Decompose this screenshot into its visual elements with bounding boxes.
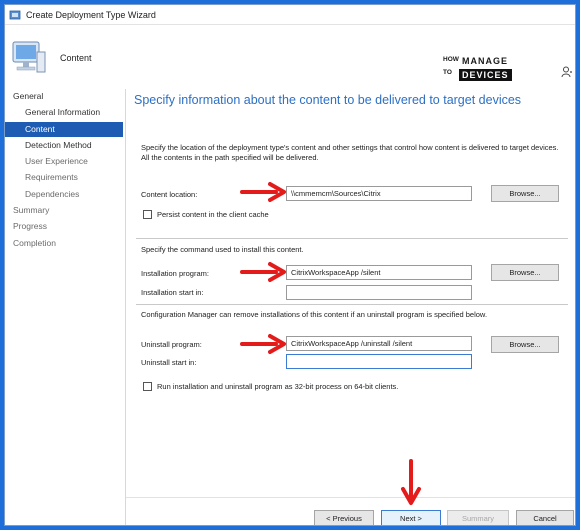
sidebar-item-summary[interactable]: Summary [5,203,123,218]
content-location-input[interactable]: \\cmmemcm\Sources\Citrix [286,186,472,201]
logo-how-to: HOW TO [443,56,459,76]
sidebar-item-general[interactable]: General [5,89,123,104]
run-32bit-label: Run installation and uninstall program a… [157,382,399,391]
howtomanagedevices-logo: HOW TO MANAGE DEVICES [443,56,523,84]
computer-icon [12,41,46,73]
uninstall-start-in-input[interactable] [286,354,472,369]
browse-uninstall-program-button[interactable]: Browse... [491,336,559,353]
installation-start-in-input[interactable] [286,285,472,300]
content-description: Specify the location of the deployment t… [141,143,559,162]
section-divider [136,238,568,239]
installation-program-input[interactable]: CitrixWorkspaceApp /silent [286,265,472,280]
wizard-header: Content HOW TO MANAGE DEVICES [5,26,575,86]
sidebar-item-general-information[interactable]: General Information [5,105,123,120]
previous-button[interactable]: < Previous [314,510,374,525]
sidebar-item-dependencies[interactable]: Dependencies [5,187,123,202]
summary-button[interactable]: Summary [447,510,509,525]
sidebar-item-content[interactable]: Content [5,122,123,137]
logo-manage: MANAGE [459,56,511,67]
wizard-window: Create Deployment Type Wizard Content HO… [4,4,576,526]
browse-content-location-button[interactable]: Browse... [491,185,559,202]
content-location-label: Content location: [141,190,198,199]
wizard-step-sidebar: General General Information Content Dete… [5,89,125,525]
user-icon [561,66,572,78]
uninstall-start-in-label: Uninstall start in: [141,358,197,367]
annotation-arrow-uninstall-program [240,334,286,354]
uninstall-program-label: Uninstall program: [141,340,202,349]
uninstall-program-input[interactable]: CitrixWorkspaceApp /uninstall /silent [286,336,472,351]
logo-how: HOW [443,56,459,63]
installation-start-in-label: Installation start in: [141,288,204,297]
persist-content-label: Persist content in the client cache [157,210,269,219]
content-page: Specify information about the content to… [125,89,575,525]
next-button[interactable]: Next > [381,510,441,525]
annotation-arrow-content-location [240,182,286,202]
wizard-app-icon [9,10,21,19]
sidebar-item-detection-method[interactable]: Detection Method [5,138,123,153]
logo-to: TO [443,69,452,76]
logo-devices: DEVICES [459,69,512,81]
title-bar: Create Deployment Type Wizard [5,5,575,25]
sidebar-item-requirements[interactable]: Requirements [5,170,123,185]
persist-content-checkbox[interactable] [143,210,152,219]
sidebar-item-progress[interactable]: Progress [5,219,123,234]
window-title: Create Deployment Type Wizard [26,9,156,20]
install-section-text: Specify the command used to install this… [141,245,304,254]
run-32bit-checkbox[interactable] [143,382,152,391]
sidebar-item-completion[interactable]: Completion [5,236,123,251]
uninstall-section-text: Configuration Manager can remove install… [141,310,488,319]
section-divider [136,304,568,305]
annotation-arrow-installation-program [240,262,286,282]
page-section-title: Content [60,53,92,63]
cancel-button[interactable]: Cancel [516,510,574,525]
annotation-arrow-next-button [401,459,421,505]
page-heading: Specify information about the content to… [134,93,522,107]
sidebar-item-user-experience[interactable]: User Experience [5,154,123,169]
footer-divider [126,497,575,498]
browse-installation-program-button[interactable]: Browse... [491,264,559,281]
installation-program-label: Installation program: [141,269,209,278]
